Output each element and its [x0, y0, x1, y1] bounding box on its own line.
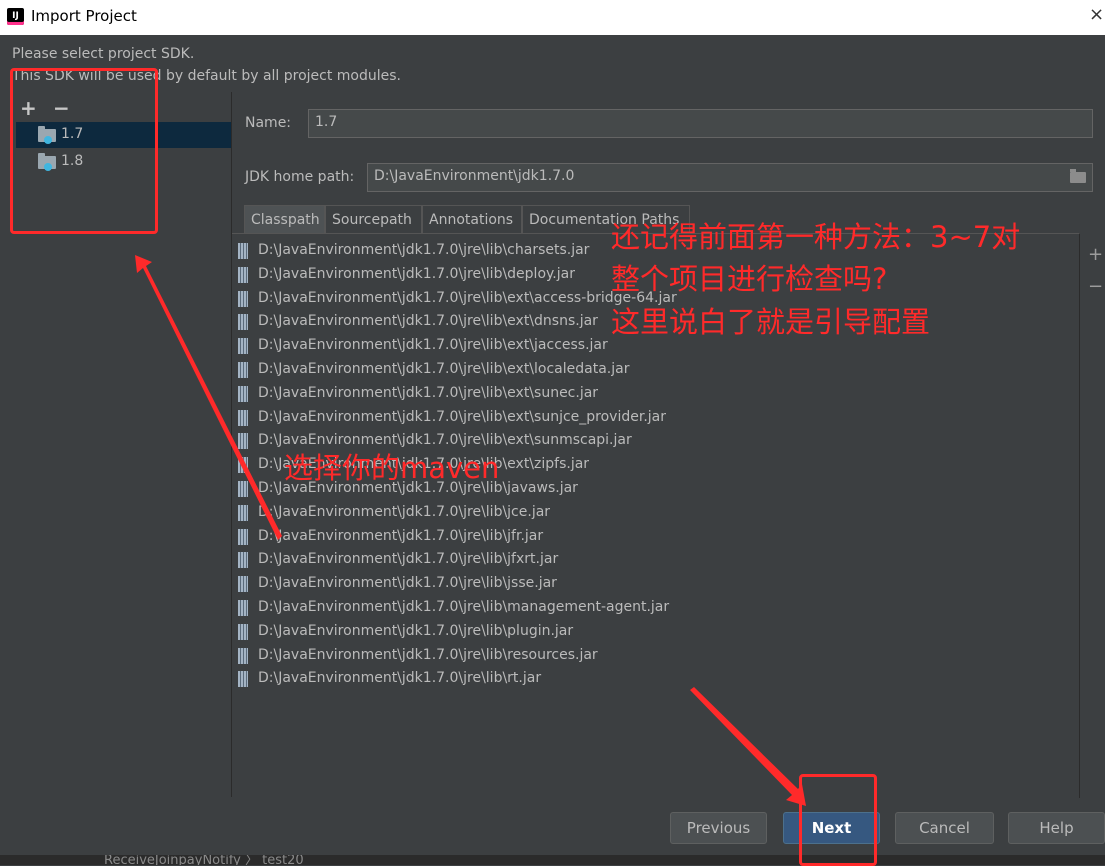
name-field[interactable]: 1.7 — [308, 109, 1093, 138]
annotation-select-maven: 选择你的maven — [284, 451, 500, 485]
close-icon[interactable]: × — [1089, 4, 1105, 25]
jar-icon — [238, 409, 248, 426]
jdk-home-value: D:\JavaEnvironment\jdk1.7.0 — [374, 168, 575, 184]
remove-classpath-button[interactable]: − — [1088, 276, 1103, 297]
tab-annotations[interactable]: Annotations — [422, 205, 522, 233]
classpath-path: D:\JavaEnvironment\jdk1.7.0\jre\lib\mana… — [258, 599, 670, 615]
editor-breadcrumb-bar: ReceiveJoinpayNotify 〉 test20 — [0, 855, 1105, 865]
jar-icon — [238, 576, 248, 593]
classpath-path: D:\JavaEnvironment\jdk1.7.0\jre\lib\char… — [258, 242, 590, 258]
previous-button[interactable]: Previous — [670, 812, 767, 844]
window-title: Import Project — [31, 7, 137, 25]
annotation-note-line-1: 还记得前面第一种方法：3~7对 — [611, 220, 1021, 254]
sdk-prompt: Please select project SDK. — [12, 46, 195, 62]
jar-icon — [238, 243, 248, 259]
jdk-home-label: JDK home path: — [245, 169, 355, 185]
cancel-button[interactable]: Cancel — [895, 812, 994, 844]
jdk-home-field[interactable]: D:\JavaEnvironment\jdk1.7.0 — [367, 163, 1093, 192]
jar-icon — [238, 290, 248, 307]
title-bar: IJ Import Project × — [0, 0, 1105, 35]
name-label: Name: — [245, 115, 292, 131]
jar-icon — [238, 552, 248, 569]
annotation-note-line-3: 这里说白了就是引导配置 — [611, 305, 931, 339]
jar-icon — [238, 481, 248, 497]
tab-classpath[interactable]: Classpath — [244, 205, 325, 233]
jar-icon — [238, 338, 248, 355]
jar-icon — [238, 671, 248, 688]
jar-icon — [238, 528, 248, 545]
annotation-box-sdk-list — [10, 68, 158, 234]
jar-icon — [238, 504, 248, 521]
classpath-path: D:\JavaEnvironment\jdk1.7.0\jre\lib\ext\… — [258, 432, 632, 449]
jar-icon — [238, 433, 248, 450]
tab-sourcepath[interactable]: Sourcepath — [325, 205, 422, 233]
classpath-path: D:\JavaEnvironment\jdk1.7.0\jre\lib\jfr.… — [258, 527, 544, 544]
breadcrumb: ReceiveJoinpayNotify 〉 test20 — [104, 855, 304, 865]
add-classpath-button[interactable]: + — [1088, 244, 1103, 265]
browse-folder-icon[interactable] — [1070, 169, 1086, 183]
classpath-path: D:\JavaEnvironment\jdk1.7.0\jre\lib\ext\… — [258, 313, 598, 330]
classpath-path: D:\JavaEnvironment\jdk1.7.0\jre\lib\ext\… — [258, 361, 630, 377]
jar-icon — [238, 457, 248, 474]
classpath-path: D:\JavaEnvironment\jdk1.7.0\jre\lib\ext\… — [258, 384, 599, 401]
annotation-box-next — [799, 774, 877, 866]
classpath-path: D:\JavaEnvironment\jdk1.7.0\jre\lib\jce.… — [258, 503, 551, 520]
classpath-path: D:\JavaEnvironment\jdk1.7.0\jre\lib\reso… — [258, 646, 598, 663]
intellij-icon: IJ — [7, 8, 24, 25]
classpath-path: D:\JavaEnvironment\jdk1.7.0\jre\lib\rt.j… — [258, 670, 542, 687]
jar-icon — [238, 600, 248, 616]
jar-icon — [238, 362, 248, 378]
jar-icon — [238, 647, 248, 664]
classpath-path: D:\JavaEnvironment\jdk1.7.0\jre\lib\depl… — [258, 265, 575, 282]
annotation-note-line-2: 整个项目进行检查吗? — [611, 262, 888, 296]
classpath-path: D:\JavaEnvironment\jdk1.7.0\jre\lib\jfxr… — [258, 551, 559, 568]
classpath-path: D:\JavaEnvironment\jdk1.7.0\jre\lib\ext\… — [258, 337, 608, 354]
classpath-path: D:\JavaEnvironment\jdk1.7.0\jre\lib\ext\… — [258, 408, 666, 425]
classpath-path: D:\JavaEnvironment\jdk1.7.0\jre\lib\plug… — [258, 622, 574, 639]
jar-icon — [238, 623, 248, 640]
jar-icon — [238, 385, 248, 402]
classpath-path: D:\JavaEnvironment\jdk1.7.0\jre\lib\jsse… — [258, 575, 557, 592]
jar-icon — [238, 314, 248, 331]
jar-icon — [238, 266, 248, 283]
help-button[interactable]: Help — [1008, 812, 1105, 844]
